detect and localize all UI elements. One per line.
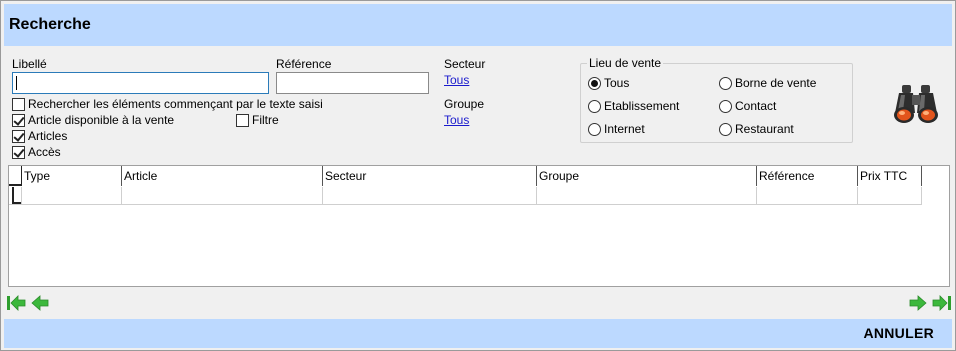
radio-dot[interactable]	[588, 122, 601, 136]
table-header: Type Article Secteur Groupe Référence Pr…	[9, 166, 922, 186]
first-page-icon[interactable]	[6, 294, 26, 312]
column-header-prix-ttc[interactable]: Prix TTC	[858, 166, 922, 186]
checkbox-box[interactable]	[12, 97, 25, 111]
radio-label: Internet	[604, 122, 645, 136]
group-legend: Lieu de vente	[587, 56, 664, 70]
checkbox-box[interactable]	[236, 113, 249, 127]
next-page-icon[interactable]	[908, 294, 928, 312]
lieu-de-vente-group: Lieu de vente Tous Borne de vente Etabli…	[580, 56, 853, 143]
checkbox-label: Accès	[28, 145, 61, 159]
results-table: Type Article Secteur Groupe Référence Pr…	[8, 165, 950, 287]
page-title: Recherche	[9, 16, 91, 33]
search-window: Recherche Libellé Référence Secteur Tous…	[0, 0, 956, 351]
secteur-link[interactable]: Tous	[444, 73, 469, 87]
table-cell[interactable]	[537, 187, 757, 205]
checkbox-box[interactable]	[12, 129, 25, 143]
checkbox-articles[interactable]: Articles	[12, 129, 67, 143]
libelle-input[interactable]	[12, 72, 269, 94]
radio-dot[interactable]	[588, 76, 601, 90]
radio-borne-de-vente[interactable]: Borne de vente	[719, 76, 816, 90]
last-page-icon[interactable]	[932, 294, 952, 312]
radio-label: Tous	[604, 76, 630, 90]
row-selector[interactable]	[9, 187, 22, 204]
radio-dot[interactable]	[588, 99, 601, 113]
binoculars-icon[interactable]	[892, 83, 940, 125]
checkbox-box[interactable]	[12, 113, 25, 127]
checkbox-starts-with[interactable]: Rechercher les éléments commençant par l…	[12, 97, 323, 111]
table-corner	[9, 166, 22, 184]
window-header: Recherche	[4, 4, 952, 46]
checkbox-available-for-sale[interactable]: Article disponible à la vente	[12, 113, 174, 127]
text-caret	[16, 76, 17, 90]
table-row[interactable]	[9, 187, 922, 205]
radio-label: Restaurant	[735, 122, 794, 136]
checkbox-label: Article disponible à la vente	[28, 113, 175, 127]
checkbox-acces[interactable]: Accès	[12, 145, 61, 159]
groupe-label: Groupe	[444, 97, 485, 111]
table-cell[interactable]	[122, 187, 323, 205]
radio-label: Contact	[735, 99, 777, 113]
column-header-article[interactable]: Article	[122, 166, 323, 186]
groupe-link[interactable]: Tous	[444, 113, 469, 127]
table-cell[interactable]	[757, 187, 858, 205]
window-footer: ANNULER	[4, 319, 952, 348]
table-cell[interactable]	[323, 187, 537, 205]
column-header-secteur[interactable]: Secteur	[323, 166, 537, 186]
checkbox-box[interactable]	[12, 145, 25, 159]
radio-label: Borne de vente	[735, 76, 817, 90]
previous-page-icon[interactable]	[30, 294, 50, 312]
secteur-label: Secteur	[444, 57, 486, 71]
radio-tous[interactable]: Tous	[588, 76, 629, 90]
radio-internet[interactable]: Internet	[588, 122, 645, 136]
radio-restaurant[interactable]: Restaurant	[719, 122, 794, 136]
cancel-button[interactable]: ANNULER	[863, 325, 934, 341]
table-cell[interactable]	[22, 187, 122, 205]
libelle-label: Libellé	[12, 57, 47, 71]
radio-dot[interactable]	[719, 76, 732, 90]
radio-label: Etablissement	[604, 99, 680, 113]
checkbox-label: Filtre	[252, 113, 279, 127]
checkbox-label: Rechercher les éléments commençant par l…	[28, 97, 323, 111]
reference-label: Référence	[276, 57, 332, 71]
table-cell[interactable]	[858, 187, 922, 205]
radio-contact[interactable]: Contact	[719, 99, 776, 113]
reference-input[interactable]	[276, 72, 429, 94]
radio-dot[interactable]	[719, 99, 732, 113]
column-header-groupe[interactable]: Groupe	[537, 166, 757, 186]
column-header-reference[interactable]: Référence	[757, 166, 858, 186]
checkbox-label: Articles	[28, 129, 68, 143]
checkbox-filtre[interactable]: Filtre	[236, 113, 279, 127]
radio-dot[interactable]	[719, 122, 732, 136]
radio-etablissement[interactable]: Etablissement	[588, 99, 679, 113]
column-header-type[interactable]: Type	[22, 166, 122, 186]
